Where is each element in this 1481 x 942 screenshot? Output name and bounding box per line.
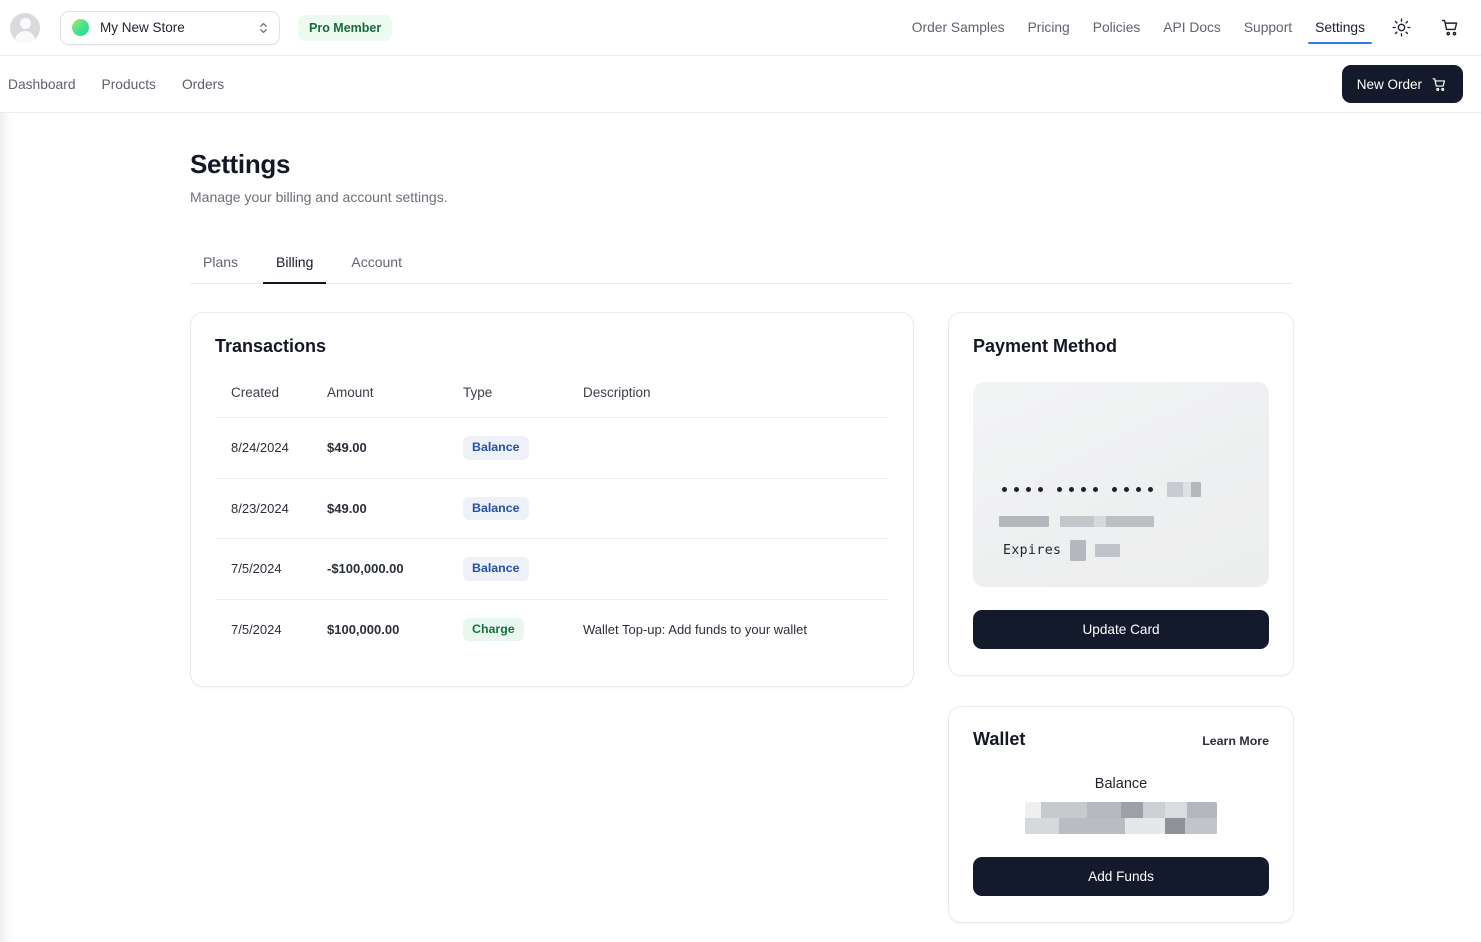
nav-item-policies[interactable]: Policies <box>1093 0 1141 56</box>
subnav-item-products[interactable]: Products <box>102 77 156 92</box>
billing-sidebar: Payment Method <box>948 312 1294 923</box>
card-expiry-label: Expires <box>1003 543 1061 558</box>
card-dot-group <box>1057 487 1098 492</box>
table-header-row: Created Amount Type Description <box>215 385 889 418</box>
card-expiry-month-redacted <box>1070 540 1086 561</box>
column-header-description: Description <box>583 385 889 418</box>
cell-type: Charge <box>463 599 583 659</box>
cart-icon <box>1431 76 1448 93</box>
card-dot-group <box>1112 487 1153 492</box>
tab-billing[interactable]: Billing <box>263 244 326 283</box>
card-last4-redacted <box>1167 482 1201 497</box>
status-badge: Balance <box>463 497 529 521</box>
cell-description <box>583 418 889 479</box>
cell-created: 7/5/2024 <box>215 539 327 600</box>
settings-tabs: Plans Billing Account <box>190 244 1292 284</box>
store-selector-label: My New Store <box>100 20 258 35</box>
wallet-title: Wallet <box>973 729 1025 750</box>
tab-account[interactable]: Account <box>338 244 415 283</box>
cell-type: Balance <box>463 418 583 479</box>
main-content: Settings Manage your billing and account… <box>12 113 1481 942</box>
page-body: Settings Manage your billing and account… <box>0 113 1481 942</box>
column-header-amount: Amount <box>327 385 463 418</box>
card-dot-group <box>1002 487 1043 492</box>
wallet-card: Wallet Learn More Balance Add Funds <box>948 706 1294 923</box>
status-badge: Charge <box>463 618 524 642</box>
cell-created: 7/5/2024 <box>215 599 327 659</box>
nav-item-support[interactable]: Support <box>1244 0 1292 56</box>
nav-item-settings[interactable]: Settings <box>1315 0 1365 56</box>
cell-amount: $49.00 <box>327 418 463 479</box>
store-avatar-icon <box>72 19 89 36</box>
chevron-up-down-icon <box>258 20 269 36</box>
cell-description: Wallet Top-up: Add funds to your wallet <box>583 599 889 659</box>
table-row[interactable]: 8/24/2024 $49.00 Balance <box>215 418 889 479</box>
cell-type: Balance <box>463 539 583 600</box>
cell-type: Balance <box>463 478 583 539</box>
cell-amount: $49.00 <box>327 478 463 539</box>
payment-method-card: Payment Method <box>948 312 1294 676</box>
sidebar-rail <box>0 113 12 942</box>
cell-description <box>583 539 889 600</box>
tab-plans[interactable]: Plans <box>190 244 251 283</box>
status-badge: Balance <box>463 436 529 460</box>
transactions-title: Transactions <box>215 336 889 357</box>
cell-created: 8/23/2024 <box>215 478 327 539</box>
store-selector[interactable]: My New Store <box>60 11 280 45</box>
page-title: Settings <box>190 149 1481 180</box>
card-holder-redacted <box>999 516 1154 527</box>
wallet-balance-redacted <box>1025 802 1217 834</box>
wallet-header: Wallet Learn More <box>973 729 1269 750</box>
card-expiry-year-redacted <box>1095 544 1120 557</box>
credit-card-visual: Expires <box>973 382 1269 587</box>
payment-method-title: Payment Method <box>973 336 1269 357</box>
cell-amount: -$100,000.00 <box>327 539 463 600</box>
wallet-balance-label: Balance <box>973 776 1269 792</box>
learn-more-link[interactable]: Learn More <box>1202 734 1269 748</box>
theme-toggle-button[interactable] <box>1388 15 1414 41</box>
membership-badge: Pro Member <box>298 15 392 41</box>
transactions-table: Created Amount Type Description 8/24/202… <box>215 385 889 659</box>
status-badge: Balance <box>463 557 529 581</box>
nav-item-api-docs[interactable]: API Docs <box>1163 0 1221 56</box>
transactions-card: Transactions Created Amount Type Descrip… <box>190 312 914 687</box>
new-order-button-label: New Order <box>1357 77 1422 92</box>
billing-columns: Transactions Created Amount Type Descrip… <box>190 312 1481 923</box>
cell-created: 8/24/2024 <box>215 418 327 479</box>
sun-icon <box>1392 18 1411 37</box>
cart-button[interactable] <box>1437 15 1463 41</box>
card-number-masked <box>1002 482 1201 497</box>
cart-icon <box>1440 17 1461 38</box>
card-expiry-row: Expires <box>1003 540 1120 561</box>
nav-item-order-samples[interactable]: Order Samples <box>912 0 1005 56</box>
page-subtitle: Manage your billing and account settings… <box>190 189 1481 205</box>
secondary-nav-links: Dashboard Products Orders <box>0 77 224 92</box>
table-row[interactable]: 7/5/2024 -$100,000.00 Balance <box>215 539 889 600</box>
column-header-type: Type <box>463 385 583 418</box>
subnav-item-orders[interactable]: Orders <box>182 77 224 92</box>
column-header-created: Created <box>215 385 327 418</box>
secondary-nav: Dashboard Products Orders New Order <box>0 56 1481 113</box>
nav-item-pricing[interactable]: Pricing <box>1028 0 1070 56</box>
new-order-button[interactable]: New Order <box>1342 65 1463 103</box>
table-row[interactable]: 7/5/2024 $100,000.00 Charge Wallet Top-u… <box>215 599 889 659</box>
cell-description <box>583 478 889 539</box>
update-card-button[interactable]: Update Card <box>973 610 1269 649</box>
cell-amount: $100,000.00 <box>327 599 463 659</box>
table-row[interactable]: 8/23/2024 $49.00 Balance <box>215 478 889 539</box>
top-bar: My New Store Pro Member Order Samples Pr… <box>0 0 1481 56</box>
avatar[interactable] <box>10 13 40 43</box>
primary-nav: Order Samples Pricing Policies API Docs … <box>912 0 1463 56</box>
add-funds-button[interactable]: Add Funds <box>973 857 1269 896</box>
subnav-item-dashboard[interactable]: Dashboard <box>8 77 76 92</box>
